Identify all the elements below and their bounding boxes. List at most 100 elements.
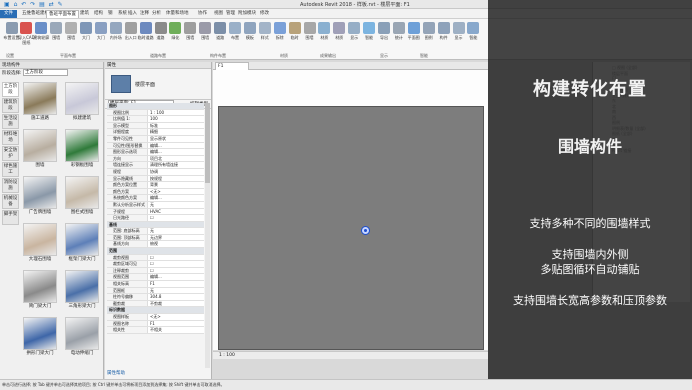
property-value[interactable]: 标准	[147, 122, 204, 129]
component-caption: 拟建建筑	[73, 116, 91, 121]
feature-line-1: 支持多种不同的围墙样式	[529, 217, 651, 230]
view-scale[interactable]: 1 : 100	[219, 353, 235, 358]
quick-access-toolbar[interactable]: ▣ ⌂ ↶ ↷ ▤ ⇄ ✎	[4, 1, 64, 8]
component-item[interactable]: 拱形门梁大门	[22, 317, 58, 361]
component-item[interactable]: 施工道路	[22, 82, 58, 126]
component-item[interactable]: 框架门梁大门	[64, 223, 100, 267]
property-group[interactable]: 范围	[107, 248, 204, 255]
view-tab-f1[interactable]: F1	[215, 62, 249, 70]
property-value[interactable]: ☐	[147, 254, 204, 261]
property-value[interactable]: 无	[147, 228, 204, 234]
scroll-thumb[interactable]	[205, 103, 210, 183]
ribbon-tool-icon	[467, 22, 480, 34]
property-value[interactable]: 304.8	[147, 294, 204, 300]
feature-overlay: 构建转化布置 围墙构件 支持多种不同的围墙样式 支持围墙内外侧 多贴图循环自动铺…	[488, 0, 692, 390]
property-value[interactable]: 100	[147, 116, 204, 122]
ribbon-button-31[interactable]: 智能	[465, 21, 482, 53]
category-tab[interactable]: 材料堆场	[2, 130, 19, 145]
property-key: 规程	[113, 168, 121, 174]
tab-9[interactable]: 分析	[150, 10, 163, 18]
property-value[interactable]: 不相关	[147, 327, 204, 333]
property-row: 显示模型 标准	[107, 122, 204, 130]
property-value[interactable]: 1 : 100	[147, 109, 204, 116]
tab-3[interactable]: 建筑	[78, 10, 91, 18]
selection-target-icon[interactable]	[361, 226, 370, 235]
property-value[interactable]: F1	[147, 320, 204, 327]
drawing-canvas[interactable]	[213, 70, 488, 350]
property-value[interactable]: 不剪裁	[147, 300, 204, 307]
property-group[interactable]: 图形	[107, 103, 204, 110]
property-value[interactable]: 编辑...	[147, 142, 204, 149]
property-value[interactable]: 按规程	[147, 175, 204, 182]
component-caption: 拱形门梁大门	[26, 351, 54, 356]
component-thumbnail	[65, 176, 99, 209]
category-tab[interactable]: 建筑阶段	[2, 98, 19, 113]
component-item[interactable]: 拟建建筑	[64, 82, 100, 126]
property-value[interactable]: ☐	[147, 267, 204, 274]
property-value[interactable]: 背景	[147, 182, 204, 188]
property-value[interactable]: 编辑...	[147, 274, 204, 281]
properties-help-link[interactable]: 属性帮助	[107, 370, 125, 376]
property-value[interactable]: 显示原状	[147, 135, 204, 142]
properties-scrollbar[interactable]	[205, 103, 210, 368]
component-item[interactable]: 三角形梁大门	[64, 270, 100, 314]
property-value[interactable]: ☐	[147, 261, 204, 267]
category-tab[interactable]: 机械设备	[2, 194, 19, 209]
property-key: 基线方向	[113, 241, 129, 247]
tab-4[interactable]: 结构	[92, 10, 105, 18]
property-key: 范围: 顶部标高	[113, 234, 140, 240]
ribbon-tool-icon	[273, 22, 286, 34]
component-item[interactable]: 围栏式围墙	[64, 176, 100, 220]
category-tab[interactable]: 土方阶段	[2, 82, 19, 97]
property-value[interactable]: ☐	[147, 215, 204, 221]
properties-panel: 属性 楼层平面 楼层平面: F1 编辑类型 图形视图比例1 : 100比例值 1…	[105, 62, 212, 379]
category-tab[interactable]: 脚手架	[2, 210, 19, 225]
ribbon-tool-icon	[154, 22, 167, 34]
stage-select[interactable]: 土方阶段	[22, 69, 68, 76]
property-value[interactable]: 精细	[147, 129, 204, 135]
property-value[interactable]: 无边界	[147, 234, 204, 241]
property-group[interactable]: 标识数据	[107, 307, 204, 314]
property-value[interactable]: 俯视	[147, 241, 204, 248]
property-value[interactable]: <无>	[147, 188, 204, 195]
property-value[interactable]: 无	[147, 201, 204, 208]
component-item[interactable]: 大理石围墙	[22, 223, 58, 267]
property-value[interactable]: 项目北	[147, 155, 204, 162]
property-value[interactable]: 清理所有墙连接	[147, 162, 204, 168]
component-caption: 广告牌围墙	[28, 210, 52, 215]
component-item[interactable]: 电动伸缩门	[64, 317, 100, 361]
property-key: 日光路径	[113, 215, 129, 221]
property-value[interactable]: 协调	[147, 168, 204, 175]
category-tab[interactable]: 安全防护	[2, 146, 19, 161]
component-item[interactable]: 围墙	[22, 129, 58, 173]
category-tab[interactable]: 消防设施	[2, 178, 19, 193]
component-item[interactable]: 广告牌围墙	[22, 176, 58, 220]
property-value[interactable]: 编辑...	[147, 149, 204, 155]
property-value[interactable]: 无	[147, 287, 204, 294]
component-caption: 框架门梁大门	[68, 257, 96, 262]
tab-5[interactable]: 钢	[106, 10, 115, 18]
ribbon-group-label: 材质	[280, 53, 288, 58]
property-value[interactable]: F1	[147, 281, 204, 287]
property-value[interactable]: <无>	[147, 314, 204, 320]
property-row: 墙连接显示 清理所有墙连接	[107, 162, 204, 169]
tab-14[interactable]: 附加模块	[236, 10, 258, 18]
category-tab[interactable]: 绿色施工	[2, 162, 19, 177]
property-value[interactable]: HVAC	[147, 208, 204, 215]
tab-0[interactable]: 文件	[0, 10, 17, 18]
tab-2[interactable]: 鲁班平面布置	[46, 10, 79, 18]
tab-11[interactable]: 协作	[196, 10, 209, 18]
tab-15[interactable]: 修改	[258, 10, 271, 18]
tab-10[interactable]: 体量和场地	[164, 10, 191, 18]
property-key: 默认分析显示样式	[113, 201, 145, 207]
category-tab[interactable]: 生活设施	[2, 114, 19, 129]
property-group[interactable]: 基线	[107, 221, 204, 229]
property-key: 详细程度	[113, 129, 129, 135]
property-row: 图形显示选项 编辑...	[107, 149, 204, 156]
component-item[interactable]: 简门梁大门	[22, 270, 58, 314]
ribbon-tool-icon	[392, 22, 405, 34]
component-item[interactable]: 彩钢板围墙	[64, 129, 100, 173]
property-key: 图形显示选项	[113, 149, 137, 155]
property-value[interactable]: 编辑...	[147, 195, 204, 201]
property-key: 视图样板	[113, 314, 129, 319]
